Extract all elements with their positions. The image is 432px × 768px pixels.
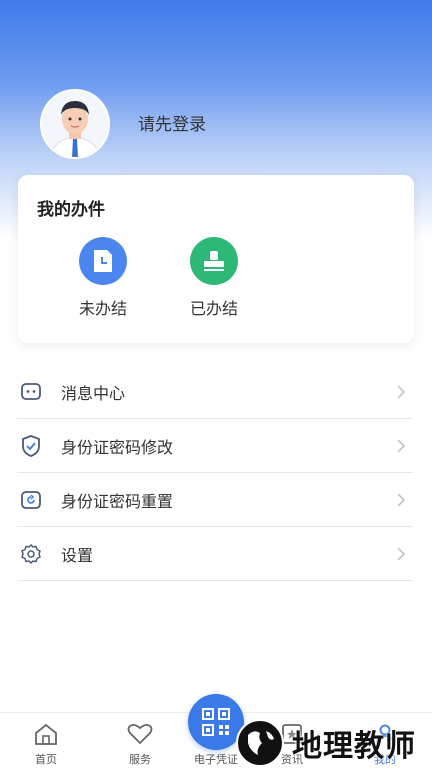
stamp-icon: [190, 237, 238, 285]
menu-item-label: 设置: [61, 545, 94, 565]
settings-menu: 消息中心 身份证密码修改 身份证密码重置 设置: [17, 365, 413, 581]
tab-label: 服务: [129, 753, 151, 766]
heart-icon: [100, 719, 180, 749]
home-icon: [6, 719, 86, 749]
globe-logo-icon: [236, 719, 284, 767]
menu-item-settings[interactable]: 设置: [17, 527, 413, 581]
message-icon: [18, 379, 44, 405]
login-prompt[interactable]: 请先登录: [138, 110, 206, 135]
menu-item-label: 身份证密码修改: [61, 437, 174, 457]
user-avatar[interactable]: [40, 89, 110, 159]
avatar-icon: [42, 91, 108, 157]
tab-service[interactable]: 服务: [100, 713, 180, 768]
reset-icon: [18, 487, 44, 513]
menu-item-label: 消息中心: [61, 383, 126, 403]
qr-code-icon: [202, 708, 230, 736]
my-cases-title: 我的办件: [37, 200, 105, 220]
menu-item-id-password-change[interactable]: 身份证密码修改: [17, 419, 413, 473]
chevron-right-icon: [397, 547, 406, 561]
tab-label: 首页: [35, 753, 57, 766]
menu-item-id-password-reset[interactable]: 身份证密码重置: [17, 473, 413, 527]
chevron-right-icon: [397, 385, 406, 399]
watermark: 地理教师: [236, 718, 432, 768]
pending-doc-icon: [79, 237, 127, 285]
tab-home[interactable]: 首页: [6, 713, 86, 768]
my-cases-card: 我的办件 未办结 已办结: [18, 175, 414, 343]
unfinished-cases-label: 未办结: [78, 299, 127, 318]
finished-cases-button[interactable]: 已办结: [166, 237, 262, 319]
watermark-text: 地理教师: [292, 729, 416, 764]
unfinished-cases-button[interactable]: 未办结: [55, 237, 151, 319]
chevron-right-icon: [397, 439, 406, 453]
shield-check-icon: [18, 433, 44, 459]
gear-icon: [18, 541, 44, 567]
menu-item-label: 身份证密码重置: [61, 491, 174, 511]
menu-item-messages[interactable]: 消息中心: [17, 365, 413, 419]
finished-cases-label: 已办结: [189, 299, 238, 318]
chevron-right-icon: [397, 493, 406, 507]
